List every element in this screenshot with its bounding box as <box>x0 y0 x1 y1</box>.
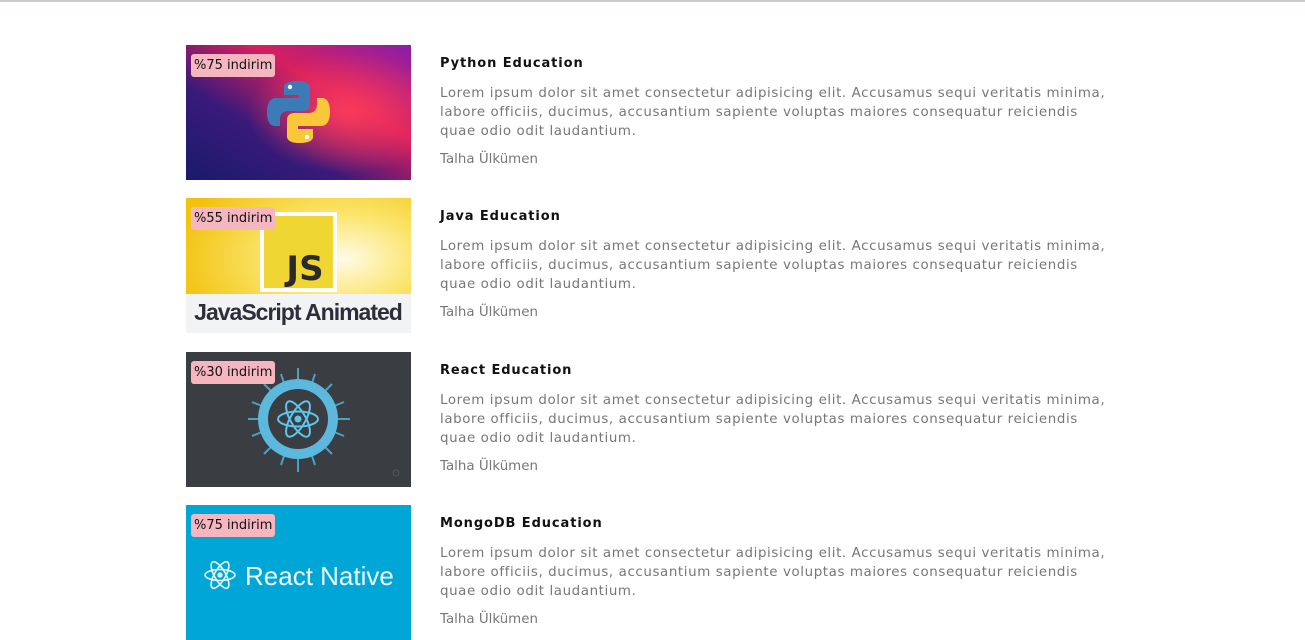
course-thumbnail[interactable]: %75 indirim <box>186 45 411 180</box>
course-author: Talha Ülkümen <box>440 612 538 627</box>
course-title[interactable]: Python Education <box>440 45 1106 73</box>
course-info: React Education Lorem ipsum dolor sit am… <box>440 352 1106 476</box>
course-description: Lorem ipsum dolor sit amet consectetur a… <box>440 546 1106 599</box>
course-card[interactable]: React Native %75 indirim MongoDB Educati… <box>186 505 1106 640</box>
course-description: Lorem ipsum dolor sit amet consectetur a… <box>440 393 1106 446</box>
course-info: Java Education Lorem ipsum dolor sit ame… <box>440 198 1106 322</box>
course-thumbnail[interactable]: React Native %75 indirim <box>186 505 411 640</box>
thumbnail-caption: React Native <box>245 561 394 591</box>
course-info: Python Education Lorem ipsum dolor sit a… <box>440 45 1106 169</box>
course-description: Lorem ipsum dolor sit amet consectetur a… <box>440 239 1106 292</box>
course-card[interactable]: %75 indirim Python Education Lorem ipsum… <box>186 45 1106 180</box>
course-author: Talha Ülkümen <box>440 152 538 167</box>
top-divider <box>0 0 1305 2</box>
discount-badge: %55 indirim <box>191 207 276 230</box>
course-thumbnail[interactable]: JS JavaScript Animated %55 indirim <box>186 198 411 333</box>
js-logo-text: JS <box>284 249 323 289</box>
course-author: Talha Ülkümen <box>440 305 538 320</box>
course-card[interactable]: %30 indirim React Education Lorem ipsum … <box>186 352 1106 487</box>
discount-badge: %75 indirim <box>191 54 276 77</box>
course-info: MongoDB Education Lorem ipsum dolor sit … <box>440 505 1106 629</box>
course-title[interactable]: MongoDB Education <box>440 505 1106 533</box>
discount-badge: %75 indirim <box>191 514 276 537</box>
course-author: Talha Ülkümen <box>440 459 538 474</box>
discount-badge: %30 indirim <box>191 361 276 384</box>
thumbnail-caption: JavaScript Animated <box>194 299 402 325</box>
course-description: Lorem ipsum dolor sit amet consectetur a… <box>440 86 1106 139</box>
course-thumbnail[interactable]: %30 indirim <box>186 352 411 487</box>
course-card[interactable]: JS JavaScript Animated %55 indirim Java … <box>186 198 1106 333</box>
course-title[interactable]: Java Education <box>440 198 1106 226</box>
course-title[interactable]: React Education <box>440 352 1106 380</box>
